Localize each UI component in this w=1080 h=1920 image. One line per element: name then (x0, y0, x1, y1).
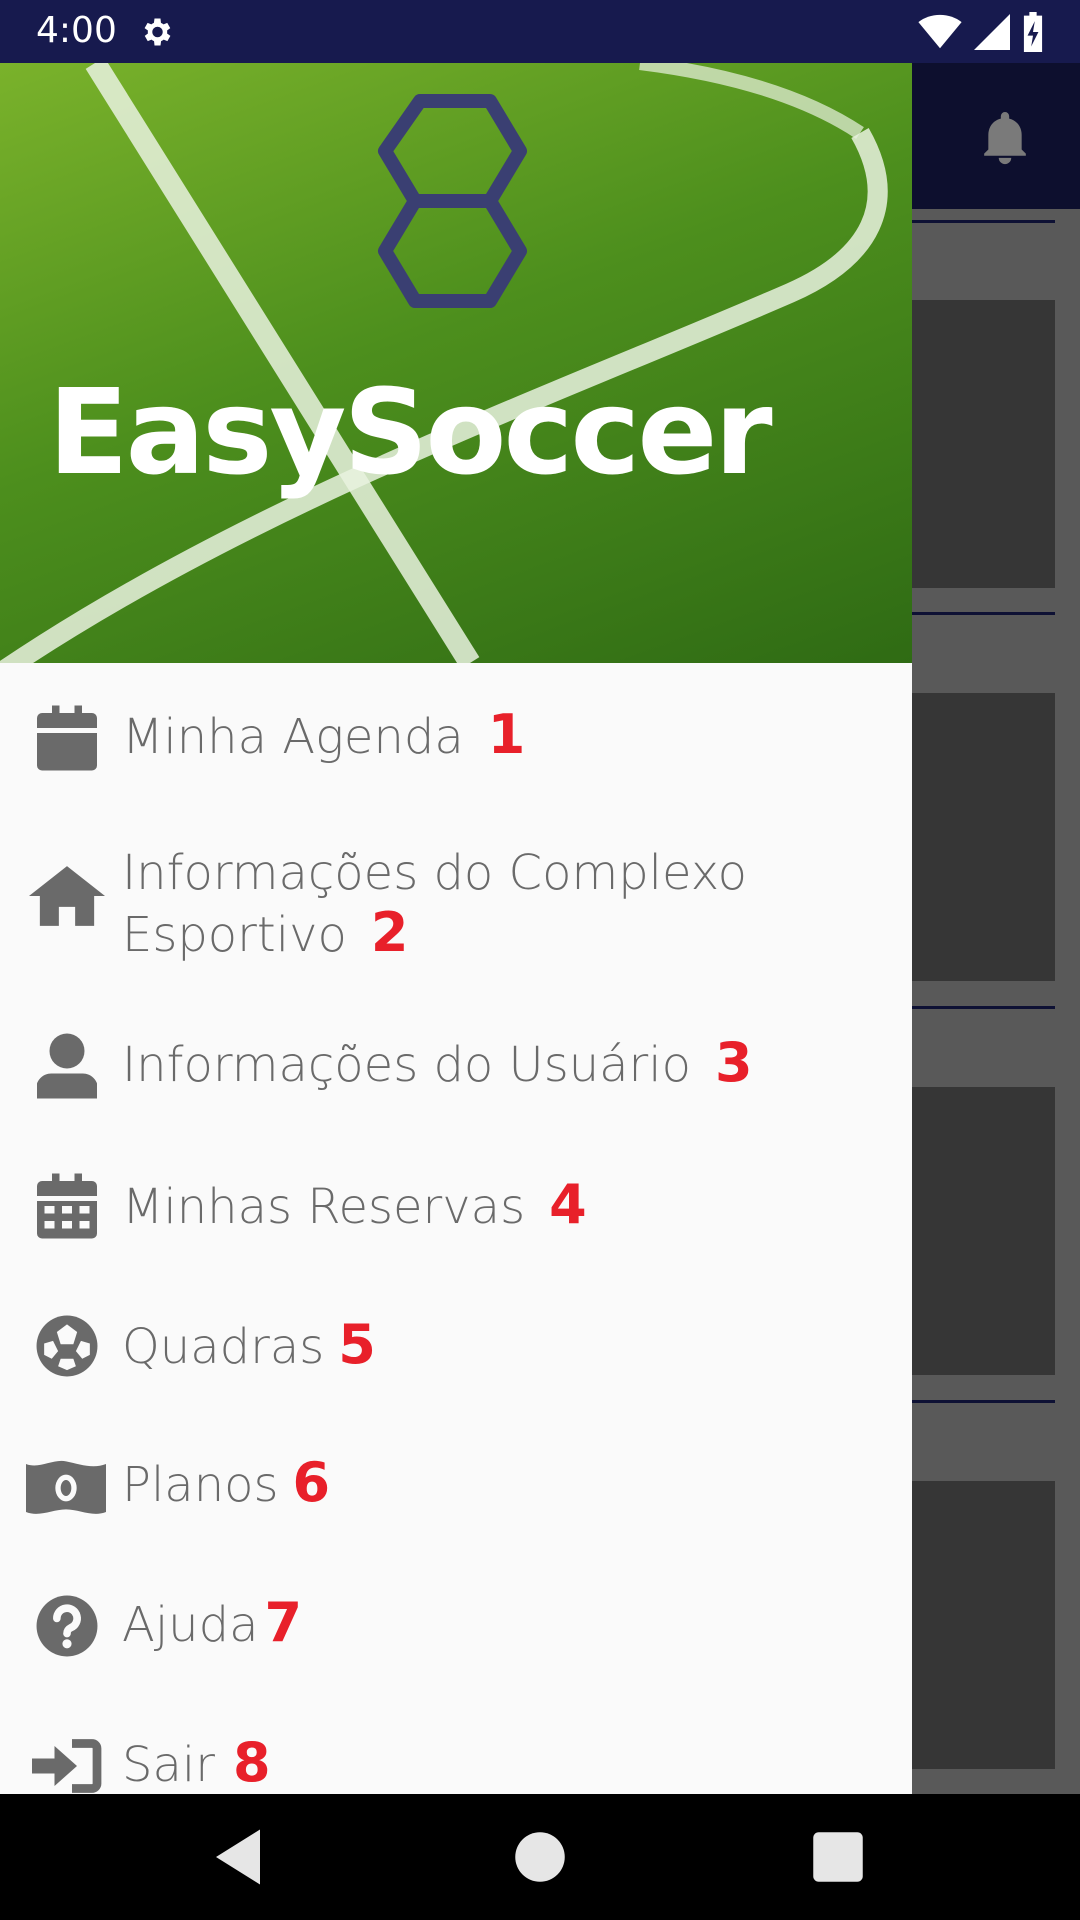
menu-label: Informações do Complexo (122, 845, 747, 901)
calendar-icon (28, 703, 106, 773)
battery-charging-icon (1023, 12, 1043, 52)
wifi-icon (918, 14, 962, 49)
money-icon (24, 1453, 108, 1523)
menu-item-sair[interactable]: Sair 8 (0, 1693, 912, 1794)
menu-label: Planos (122, 1457, 279, 1513)
menu-item-ajuda[interactable]: Ajuda 7 (0, 1553, 912, 1693)
menu-label-line2: Esportivo (122, 907, 347, 963)
brand-name: EasySoccer (48, 363, 773, 501)
menu-label: Quadras (122, 1319, 325, 1375)
calendar-grid-icon (28, 1171, 106, 1241)
bell-icon[interactable] (980, 109, 1030, 165)
divider (912, 220, 1055, 223)
menu-item-minhas-reservas[interactable]: Minhas Reservas 4 (0, 1133, 912, 1273)
home-icon[interactable] (507, 1824, 573, 1890)
background-card (912, 693, 1055, 981)
settings-icon (144, 18, 171, 46)
menu-number: 5 (338, 1313, 376, 1376)
menu-number: 8 (232, 1731, 271, 1794)
menu-item-quadras[interactable]: Quadras 5 (0, 1273, 912, 1413)
navigation-drawer: EasySoccer Minha Agenda 1 Informações do … (0, 63, 912, 1794)
menu-label: Minhas Reservas (122, 1179, 526, 1235)
background-card (912, 300, 1055, 588)
menu-label: Minha Agenda (122, 709, 464, 765)
drawer-header: EasySoccer (0, 63, 912, 663)
menu-label: Ajuda (122, 1597, 259, 1653)
menu-item-minha-agenda[interactable]: Minha Agenda 1 (0, 663, 912, 803)
menu-label: Sair (122, 1737, 215, 1793)
menu-item-usuario[interactable]: Informações do Usuário 3 (0, 993, 912, 1133)
menu-number: 7 (264, 1591, 303, 1654)
divider (912, 1006, 1055, 1009)
help-icon (28, 1591, 106, 1661)
divider (912, 612, 1055, 615)
menu-number: 4 (549, 1173, 587, 1236)
home-icon (28, 861, 106, 931)
system-nav-bar (0, 1794, 1080, 1920)
menu-number: 2 (370, 901, 409, 964)
user-icon (28, 1031, 106, 1101)
menu-number: 3 (714, 1031, 753, 1094)
back-icon[interactable] (205, 1824, 271, 1890)
status-bar: 4:00 (0, 0, 1080, 63)
status-icons (918, 12, 1044, 52)
menu-item-complexo-esportivo[interactable]: Informações do Complexo Esportivo 2 (0, 803, 912, 993)
soccer-ball-icon (28, 1311, 106, 1381)
menu-number: 6 (292, 1451, 331, 1514)
menu-item-planos[interactable]: Planos 6 (0, 1413, 912, 1553)
signal-icon (974, 14, 1010, 50)
sign-out-icon (28, 1731, 106, 1794)
background-card (912, 1087, 1055, 1375)
background-card (912, 1481, 1055, 1769)
recents-icon[interactable] (805, 1824, 871, 1890)
menu-label: Informações do Usuário (122, 1037, 691, 1093)
status-time: 4:00 (36, 10, 117, 51)
divider (912, 1400, 1055, 1403)
menu-number: 1 (487, 703, 526, 766)
easysoccer-logo (378, 94, 527, 308)
